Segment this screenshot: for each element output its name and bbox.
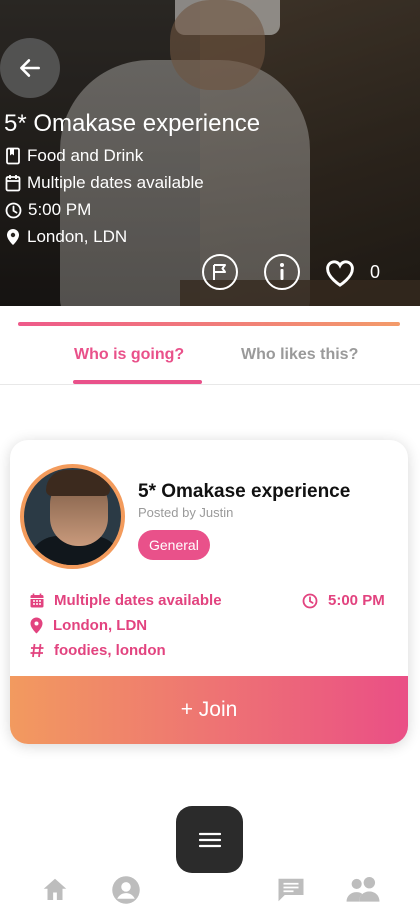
heart-icon — [326, 260, 354, 287]
card-location-label: London, LDN — [53, 617, 148, 634]
info-icon — [280, 263, 284, 280]
event-dates-label: Multiple dates available — [27, 173, 204, 192]
avatar[interactable] — [20, 464, 125, 569]
back-button[interactable] — [0, 38, 60, 98]
event-title: 5* Omakase experience — [4, 110, 261, 137]
join-button[interactable]: + Join — [10, 676, 408, 744]
card-time: 5:00 PM — [302, 592, 385, 609]
hashtag-icon — [30, 643, 44, 658]
event-card: 5* Omakase experience Posted by Justin G… — [10, 440, 408, 744]
chat-icon[interactable] — [276, 875, 306, 905]
report-button[interactable] — [202, 254, 238, 290]
calendar-icon — [5, 175, 21, 192]
like-button[interactable]: 0 — [322, 256, 380, 288]
clock-icon — [5, 202, 22, 218]
tab-bar: Who is going? Who likes this? — [0, 330, 420, 385]
profile-icon[interactable] — [111, 875, 141, 905]
like-count: 0 — [370, 261, 381, 282]
event-dates: Multiple dates available — [5, 173, 204, 193]
card-hashtags: foodies, london — [30, 642, 166, 659]
event-category-label: Food and Drink — [27, 146, 144, 165]
event-location-label: London, LDN — [27, 227, 128, 246]
active-tab-indicator — [73, 380, 202, 384]
flag-icon — [213, 264, 226, 280]
info-button[interactable] — [264, 254, 300, 290]
card-dates-label: Multiple dates available — [54, 592, 222, 609]
card-time-label: 5:00 PM — [328, 592, 385, 609]
location-pin-icon — [30, 617, 43, 634]
avatar-hair — [46, 470, 110, 496]
tab-who-is-going[interactable]: Who is going? — [74, 346, 184, 364]
calendar-icon — [30, 593, 44, 608]
accent-divider — [18, 322, 400, 326]
location-pin-icon — [7, 229, 19, 245]
event-location: London, LDN — [5, 227, 127, 247]
card-title: 5* Omakase experience — [138, 481, 351, 502]
home-icon[interactable] — [40, 875, 70, 905]
tab-who-likes-this[interactable]: Who likes this? — [241, 346, 358, 364]
card-hashtags-label: foodies, london — [54, 642, 166, 659]
arrow-left-icon — [20, 59, 40, 77]
hero-actions: 0 — [202, 254, 380, 290]
event-time: 5:00 PM — [5, 200, 91, 220]
hamburger-menu-icon — [198, 832, 221, 847]
event-category: Food and Drink — [5, 146, 143, 166]
menu-button[interactable] — [176, 806, 243, 873]
clock-icon — [302, 593, 318, 608]
groups-icon[interactable] — [344, 872, 382, 906]
posted-by: Posted by Justin — [138, 505, 234, 520]
event-time-label: 5:00 PM — [28, 200, 92, 219]
category-tag[interactable]: General — [138, 530, 210, 560]
card-dates: Multiple dates available — [30, 592, 222, 609]
card-location: London, LDN — [30, 617, 147, 634]
bookmark-icon — [6, 147, 20, 165]
